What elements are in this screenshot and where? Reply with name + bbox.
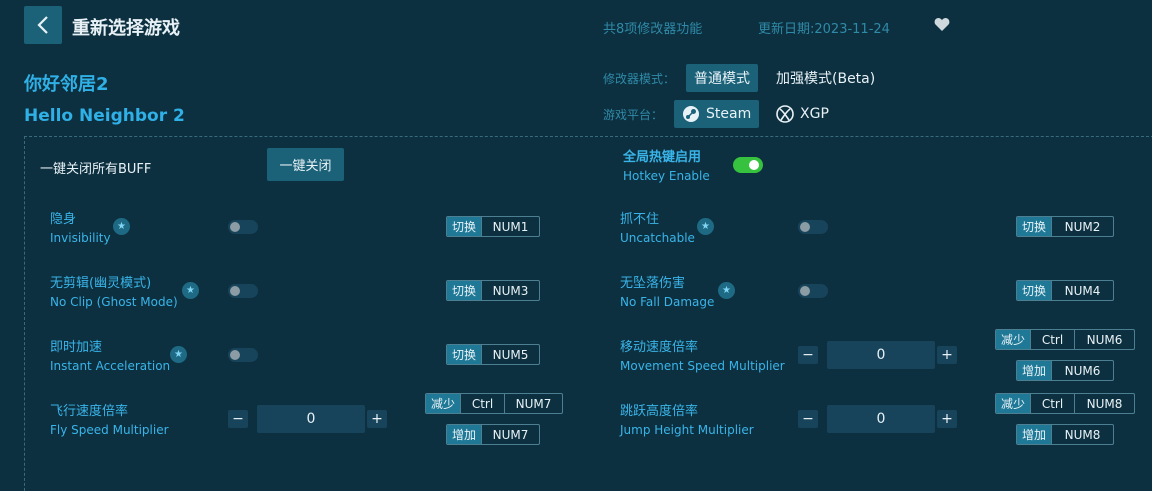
close-all-button[interactable]: 一键关闭 xyxy=(267,148,344,181)
xgp-platform-button[interactable]: XGP xyxy=(768,100,837,128)
move-speed-cn: 移动速度倍率 xyxy=(620,340,699,355)
page-title: 重新选择游戏 xyxy=(72,18,180,39)
hotkey-key: NUM3 xyxy=(481,281,539,300)
hotkey-modifier: Ctrl xyxy=(1030,394,1074,413)
hotkey-key: NUM6 xyxy=(1051,361,1113,380)
decrease-action: 减少 xyxy=(996,394,1031,413)
fly-speed-increase-hotkey[interactable]: 增加 NUM7 xyxy=(446,424,541,445)
hotkey-key: NUM8 xyxy=(1051,425,1113,444)
noclip-en: No Clip (Ghost Mode) xyxy=(50,295,178,309)
chevron-left-icon xyxy=(37,16,48,34)
move-speed-increase-hotkey[interactable]: 增加 NUM6 xyxy=(1016,360,1115,381)
game-name-cn: 你好邻居2 xyxy=(24,74,109,95)
nofall-en: No Fall Damage xyxy=(620,295,715,309)
increase-action: 增加 xyxy=(1017,425,1052,444)
close-all-label: 一键关闭所有BUFF xyxy=(40,162,152,177)
fly-speed-decrease-hotkey[interactable]: 减少 Ctrl NUM7 xyxy=(425,393,564,414)
hotkey-key: NUM2 xyxy=(1051,217,1113,236)
nofall-toggle[interactable] xyxy=(798,284,828,298)
steam-platform-button[interactable]: Steam xyxy=(674,100,760,128)
enhanced-mode-button[interactable]: 加强模式(Beta) xyxy=(768,64,883,92)
move-speed-decrease-hotkey[interactable]: 减少 Ctrl NUM6 xyxy=(995,329,1136,350)
accel-toggle[interactable] xyxy=(228,348,258,362)
jump-height-en: Jump Height Multiplier xyxy=(620,423,754,437)
increase-action: 增加 xyxy=(447,425,482,444)
hotkey-key: NUM5 xyxy=(481,345,539,364)
mode-label: 修改器模式： xyxy=(603,72,676,86)
move-speed-decrease-button[interactable]: − xyxy=(798,346,818,364)
jump-height-decrease-hotkey[interactable]: 减少 Ctrl NUM8 xyxy=(995,393,1136,414)
hotkey-key: NUM6 xyxy=(1074,330,1134,349)
invisibility-toggle[interactable] xyxy=(228,220,258,234)
features-panel xyxy=(24,136,1152,491)
noclip-cn: 无剪辑(幽灵模式) xyxy=(50,276,152,291)
fly-speed-decrease-button[interactable]: − xyxy=(228,410,248,428)
accel-cn: 即时加速 xyxy=(50,340,103,355)
hotkey-key: NUM7 xyxy=(504,394,562,413)
hotkey-key: NUM7 xyxy=(481,425,539,444)
jump-height-increase-hotkey[interactable]: 增加 NUM8 xyxy=(1016,424,1115,445)
move-speed-en: Movement Speed Multiplier xyxy=(620,359,785,373)
xbox-icon xyxy=(776,105,794,123)
normal-mode-button[interactable]: 普通模式 xyxy=(686,64,758,92)
fly-speed-cn: 飞行速度倍率 xyxy=(50,404,129,419)
nofall-hotkey[interactable]: 切换 NUM4 xyxy=(1016,280,1115,301)
uncatchable-toggle[interactable] xyxy=(798,220,828,234)
hotkey-modifier: Ctrl xyxy=(1030,330,1074,349)
feature-count: 共8项修改器功能 xyxy=(603,22,703,37)
back-button[interactable] xyxy=(24,6,62,44)
decrease-action: 减少 xyxy=(996,330,1031,349)
star-icon: ★ xyxy=(697,218,714,235)
toggle-action: 切换 xyxy=(447,345,482,364)
hotkey-key: NUM8 xyxy=(1074,394,1134,413)
xgp-label: XGP xyxy=(800,106,829,122)
star-icon: ★ xyxy=(170,346,187,363)
jump-height-increase-button[interactable]: + xyxy=(937,410,957,428)
uncatchable-en: Uncatchable xyxy=(620,231,695,245)
hotkey-modifier: Ctrl xyxy=(460,394,504,413)
update-date: 更新日期:2023-11-24 xyxy=(758,22,890,37)
heart-icon[interactable] xyxy=(934,17,950,36)
toggle-action: 切换 xyxy=(1017,217,1052,236)
star-icon: ★ xyxy=(182,282,199,299)
toggle-action: 切换 xyxy=(1017,281,1052,300)
invisibility-cn: 隐身 xyxy=(50,212,77,227)
fly-speed-increase-button[interactable]: + xyxy=(367,410,387,428)
toggle-action: 切换 xyxy=(447,281,482,300)
toggle-action: 切换 xyxy=(447,217,482,236)
accel-en: Instant Acceleration xyxy=(50,359,171,373)
hotkey-key: NUM4 xyxy=(1051,281,1113,300)
jump-height-input[interactable]: 0 xyxy=(827,405,935,433)
noclip-hotkey[interactable]: 切换 NUM3 xyxy=(446,280,541,301)
hotkey-enable-en: Hotkey Enable xyxy=(623,169,710,183)
nofall-cn: 无坠落伤害 xyxy=(620,276,686,291)
invisibility-hotkey[interactable]: 切换 NUM1 xyxy=(446,216,541,237)
uncatchable-cn: 抓不住 xyxy=(620,212,660,227)
hotkey-key: NUM1 xyxy=(481,217,539,236)
jump-height-cn: 跳跃高度倍率 xyxy=(620,404,699,419)
hotkey-enable-toggle[interactable] xyxy=(733,157,763,173)
platform-label: 游戏平台： xyxy=(603,108,664,122)
steam-label: Steam xyxy=(706,106,752,122)
fly-speed-en: Fly Speed Multiplier xyxy=(50,423,169,437)
jump-height-decrease-button[interactable]: − xyxy=(798,410,818,428)
star-icon: ★ xyxy=(113,218,130,235)
invisibility-en: Invisibility xyxy=(50,231,111,245)
accel-hotkey[interactable]: 切换 NUM5 xyxy=(446,344,541,365)
move-speed-input[interactable]: 0 xyxy=(827,341,935,369)
noclip-toggle[interactable] xyxy=(228,284,258,298)
hotkey-enable-cn: 全局热键启用 xyxy=(623,150,702,165)
uncatchable-hotkey[interactable]: 切换 NUM2 xyxy=(1016,216,1115,237)
game-name-en: Hello Neighbor 2 xyxy=(24,106,185,126)
steam-icon xyxy=(683,106,699,122)
decrease-action: 减少 xyxy=(426,394,461,413)
increase-action: 增加 xyxy=(1017,361,1052,380)
star-icon: ★ xyxy=(718,282,735,299)
fly-speed-input[interactable]: 0 xyxy=(257,405,365,433)
move-speed-increase-button[interactable]: + xyxy=(937,346,957,364)
